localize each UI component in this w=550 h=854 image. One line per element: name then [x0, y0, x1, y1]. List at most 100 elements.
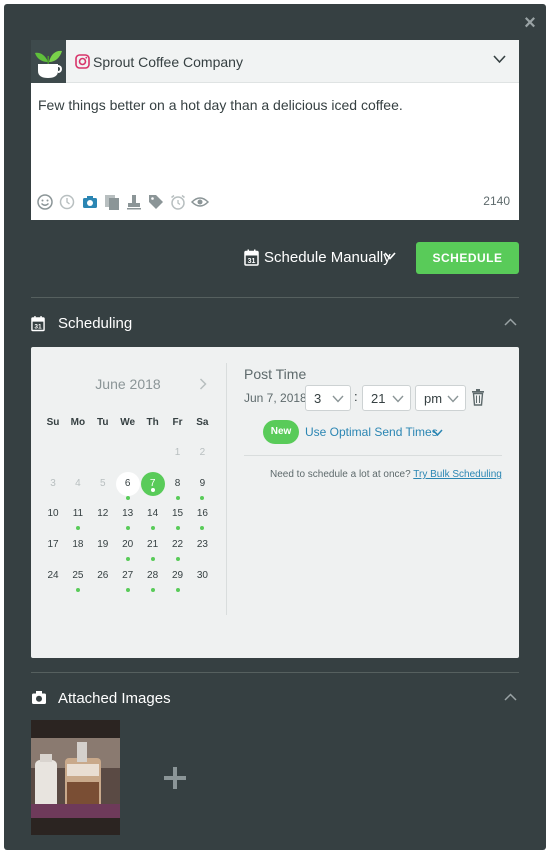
- alarm-icon[interactable]: [169, 193, 187, 211]
- post-time-title: Post Time: [244, 366, 307, 382]
- calendar-day[interactable]: 28: [141, 564, 165, 592]
- calendar-day-number: 11: [72, 508, 84, 520]
- chevron-down-icon[interactable]: [432, 429, 443, 436]
- account-avatar: [31, 40, 66, 83]
- emoji-icon[interactable]: [36, 193, 54, 211]
- chevron-right-icon[interactable]: [199, 378, 207, 390]
- chevron-down-icon: [384, 252, 396, 260]
- chevron-down-icon: [392, 395, 404, 403]
- tag-icon[interactable]: [147, 193, 165, 211]
- calendar-day[interactable]: 14: [141, 502, 165, 531]
- calendar-day-number: 26: [97, 569, 109, 581]
- calendar-day[interactable]: 6: [115, 471, 140, 500]
- weekday-label: Fr: [172, 417, 183, 428]
- eye-icon[interactable]: [191, 193, 209, 211]
- scheduled-post-indicator: [125, 587, 130, 592]
- calendar-day-number: 14: [147, 508, 159, 520]
- calendar-day[interactable]: 27: [116, 564, 140, 592]
- vertical-divider: [226, 363, 227, 615]
- scheduled-post-indicator: [150, 587, 155, 592]
- calendar-day[interactable]: 22: [166, 533, 190, 562]
- calendar-day[interactable]: 15: [166, 502, 190, 531]
- calendar-day-number: 10: [47, 508, 59, 520]
- svg-text:31: 31: [248, 258, 256, 265]
- calendar-icon: 31: [31, 316, 45, 332]
- calendar-day: 5: [91, 472, 115, 496]
- calendar-day[interactable]: 18: [66, 533, 90, 557]
- schedule-button[interactable]: SCHEDULE: [416, 242, 519, 274]
- calendar-day[interactable]: 17: [41, 533, 65, 557]
- calendar-day[interactable]: 30: [190, 564, 214, 588]
- calendar-day-number: 17: [47, 539, 59, 551]
- calendar-day[interactable]: 11: [66, 502, 90, 531]
- scheduling-title: Scheduling: [58, 315, 133, 332]
- calendar-day-number: 30: [196, 569, 208, 581]
- add-image-icon[interactable]: [163, 766, 187, 790]
- minute-select[interactable]: 21: [362, 385, 411, 411]
- calendar-day[interactable]: 24: [41, 564, 65, 588]
- calendar-day[interactable]: 12: [91, 502, 115, 526]
- calendar-day[interactable]: 9: [190, 472, 214, 500]
- time-separator: :: [354, 389, 358, 404]
- chevron-down-icon[interactable]: [493, 55, 506, 64]
- calendar-day[interactable]: 8: [166, 472, 190, 500]
- instagram-icon: [75, 54, 90, 69]
- section-divider: [244, 455, 502, 456]
- calendar-day[interactable]: 21: [141, 533, 165, 562]
- scheduled-post-indicator: [125, 557, 130, 562]
- calendar-day-number: 6: [124, 477, 131, 489]
- calendar-day[interactable]: 20: [116, 533, 140, 562]
- calendar-day-number: 20: [122, 539, 134, 551]
- calendar-day-number: 16: [196, 508, 208, 520]
- weekday-label: We: [120, 417, 136, 428]
- trash-icon[interactable]: [471, 388, 485, 406]
- attached-image-thumbnail[interactable]: [31, 720, 120, 835]
- calendar-day[interactable]: 26: [91, 564, 115, 588]
- calendar-day-number: 28: [147, 569, 159, 581]
- hour-value: 3: [314, 391, 322, 406]
- calendar-day[interactable]: 25: [66, 564, 90, 592]
- account-selector[interactable]: Sprout Coffee Company: [31, 40, 519, 83]
- scheduled-post-indicator: [175, 526, 180, 531]
- scheduling-section-header[interactable]: 31 Scheduling: [31, 312, 519, 336]
- character-count: 2140: [483, 194, 510, 208]
- meridiem-select[interactable]: pm: [415, 385, 466, 411]
- bulk-scheduling-link[interactable]: Try Bulk Scheduling: [413, 469, 502, 480]
- scheduled-post-indicator: [200, 495, 205, 500]
- stamp-icon[interactable]: [125, 193, 143, 211]
- camera-icon[interactable]: [81, 193, 99, 211]
- weekday-label: Tu: [97, 417, 109, 428]
- chevron-up-icon[interactable]: [504, 318, 517, 326]
- weekday-label: Mo: [70, 417, 86, 428]
- calendar-day-number: 1: [174, 447, 181, 458]
- calendar-day-number: 2: [199, 447, 206, 458]
- section-divider: [31, 672, 519, 673]
- calendar-day: 3: [41, 472, 65, 496]
- weekday-label: Su: [46, 417, 60, 428]
- weekday-label: Sa: [196, 417, 209, 428]
- chevron-down-icon: [447, 395, 459, 403]
- calendar-day[interactable]: 29: [166, 564, 190, 592]
- bulk-scheduling-hint: Need to schedule a lot at once? Try Bulk…: [270, 469, 502, 480]
- weekday-label: Th: [146, 417, 159, 428]
- calendar-day: 4: [66, 472, 90, 496]
- calendar-day[interactable]: 13: [116, 502, 140, 531]
- scheduled-post-indicator: [150, 557, 155, 562]
- optimal-send-times-link[interactable]: Use Optimal Send Times: [305, 425, 438, 439]
- scheduled-post-indicator: [75, 526, 80, 531]
- calendar-day-selected[interactable]: 7: [140, 471, 165, 496]
- copy-icon[interactable]: [103, 193, 121, 211]
- calendar-day[interactable]: 16: [190, 502, 214, 531]
- scheduling-panel: June 2018 Su Mo Tu We Th Fr Sa 1 2 3 4 5 6 7 8 9 10 11 12 1…: [31, 347, 519, 658]
- close-icon[interactable]: ×: [522, 13, 538, 33]
- message-text[interactable]: Few things better on a hot day than a de…: [38, 97, 403, 113]
- calendar-day-number: 3: [50, 477, 56, 489]
- scheduled-post-indicator: [200, 526, 205, 531]
- calendar-day[interactable]: 10: [41, 502, 65, 526]
- gif-icon[interactable]: [58, 193, 76, 211]
- hour-select[interactable]: 3: [305, 385, 351, 411]
- chevron-up-icon[interactable]: [504, 693, 517, 701]
- attached-images-section-header[interactable]: Attached Images: [31, 687, 519, 711]
- calendar-day[interactable]: 23: [190, 533, 214, 557]
- calendar-day[interactable]: 19: [91, 533, 115, 557]
